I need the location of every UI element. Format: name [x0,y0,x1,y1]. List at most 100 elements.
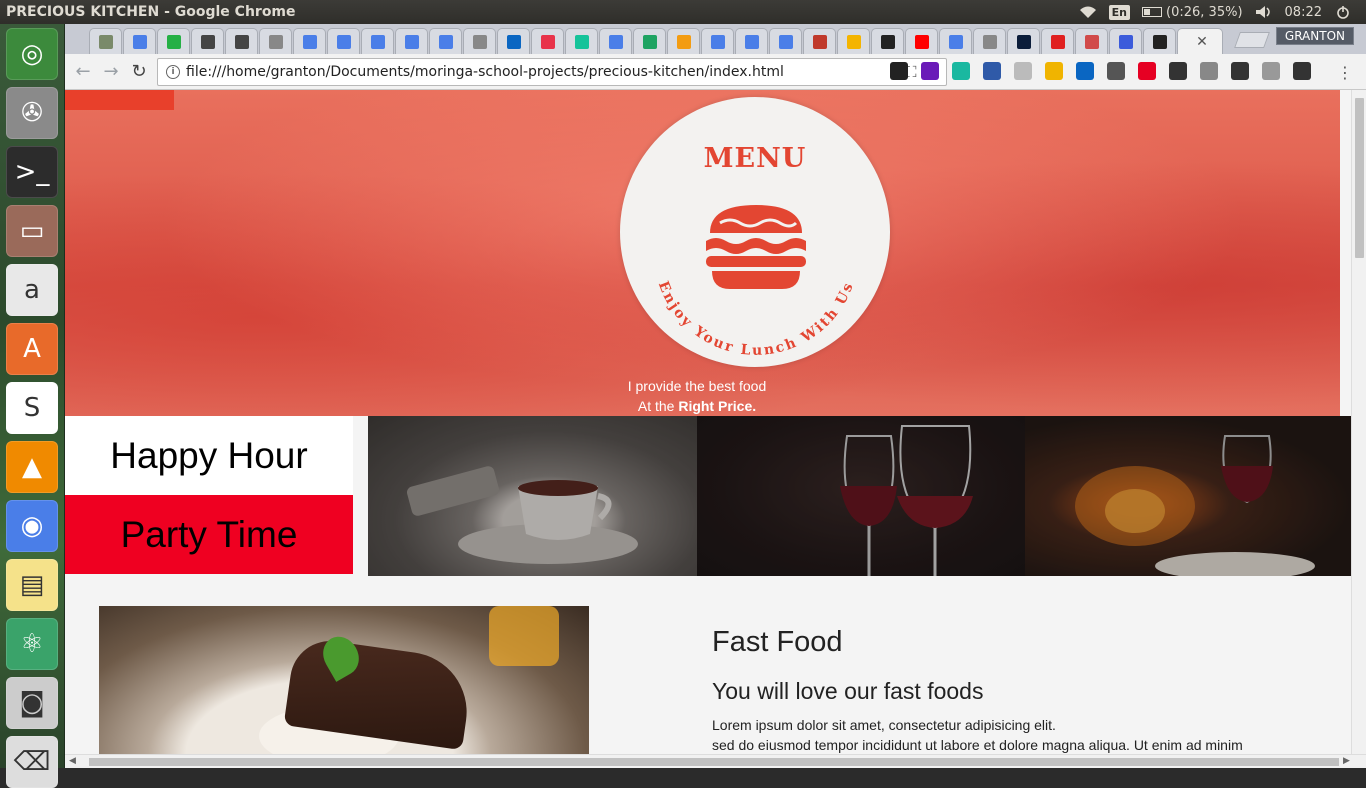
cube-icon [1084,34,1099,49]
browser-tab[interactable] [429,28,462,54]
browser-tab[interactable] [701,28,734,54]
unity-launcher: ◎ ✇ >_ ▭ a A S ▲ ◉ ▤ ⚛ ◙ ⌫ [0,24,65,788]
browser-tab[interactable] [939,28,972,54]
browser-tab[interactable] [1007,28,1040,54]
browser-tab[interactable] [497,28,530,54]
horizontal-scroll-thumb[interactable] [89,758,1339,766]
photo-overlay [368,416,697,576]
software-center-icon[interactable]: A [6,323,58,375]
battery-indicator[interactable]: (0:26, 35%) [1142,5,1243,20]
browser-tab[interactable] [531,28,564,54]
fireplace-dinner-photo [1025,416,1351,576]
instagram-icon[interactable] [890,62,908,80]
clock[interactable]: 08:22 [1285,5,1322,20]
battery-icon [1142,7,1163,17]
linkedin-icon[interactable] [1076,62,1094,80]
vertical-scrollbar[interactable] [1351,90,1366,754]
vertical-scroll-thumb[interactable] [1355,98,1364,258]
plus8-icon [676,34,691,49]
browser-tab[interactable] [1109,28,1142,54]
browser-tab[interactable] [837,28,870,54]
browser-tab[interactable] [1041,28,1074,54]
browser-tab[interactable] [599,28,632,54]
browser-tab[interactable] [973,28,1006,54]
scroll-right-arrow[interactable]: ▶ [1343,756,1350,766]
slides-icon [846,34,861,49]
hero-line-2-bold: Right Price. [678,398,757,414]
youtube-icon [914,34,929,49]
profile-button[interactable]: GRANTON [1275,27,1354,45]
browser-tab[interactable] [395,28,428,54]
horizontal-scrollbar[interactable]: ◀ ▶ [65,754,1366,768]
amazon-icon[interactable]: a [6,264,58,316]
volume-icon[interactable] [1255,5,1273,19]
browser-tab[interactable] [327,28,360,54]
camera-icon[interactable]: ◙ [6,677,58,729]
party-time-label: Party Time [65,495,353,574]
browser-tab[interactable] [1143,28,1176,54]
browser-tab[interactable] [293,28,326,54]
new-tab-button[interactable] [1234,32,1270,48]
browser-tab[interactable] [157,28,190,54]
info-icon[interactable]: i [166,65,180,79]
json-icon[interactable] [1045,62,1063,80]
ubuntu-icon[interactable]: ◎ [6,28,58,80]
browser-tab[interactable] [633,28,666,54]
forward-button[interactable]: → [97,61,125,82]
github-icon [1152,34,1167,49]
reload-button[interactable]: ↻ [125,61,153,82]
pinterest-icon[interactable] [1138,62,1156,80]
trash-icon[interactable]: ⌫ [6,736,58,788]
pen-icon[interactable] [1200,62,1218,80]
gmail-icon[interactable] [1107,62,1125,80]
m-icon[interactable] [952,62,970,80]
dots-ext-icon[interactable] [1169,62,1187,80]
dropdown-icon [200,34,215,49]
menu-logo: MENU Enjoy Your Lunch With Us [620,97,890,367]
terminal-icon[interactable]: >_ [6,146,58,198]
docs-icon [132,34,147,49]
close-tab-icon[interactable]: ✕ [1196,34,1208,50]
browser-tab[interactable] [1075,28,1108,54]
browser-tab[interactable] [259,28,292,54]
hero-line-2: At the Right Price. [637,398,757,414]
notes-icon[interactable]: ▤ [6,559,58,611]
h-icon[interactable] [921,62,939,80]
browser-tab[interactable] [803,28,836,54]
browser-tab[interactable] [667,28,700,54]
browser-tab[interactable] [905,28,938,54]
browser-tab[interactable] [191,28,224,54]
s-icon[interactable] [1262,62,1280,80]
browser-tab[interactable] [565,28,598,54]
docs-icon [778,34,793,49]
keyboard-language-indicator[interactable]: En [1108,4,1131,20]
browser-tab[interactable] [225,28,258,54]
tab-strip: ✕ GRANTON [65,24,1366,54]
files-icon[interactable]: ▭ [6,205,58,257]
browser-tab[interactable] [123,28,156,54]
browser-tab[interactable] [89,28,122,54]
browser-tab[interactable] [361,28,394,54]
chrome-menu-icon[interactable]: ⋮ [1337,63,1353,82]
browser-tab[interactable] [769,28,802,54]
film-icon[interactable] [1231,62,1249,80]
address-bar[interactable]: i file:///home/granton/Documents/moringa… [157,58,947,86]
power-icon[interactable] [1334,5,1352,19]
slack-icon[interactable]: S [6,382,58,434]
search-ext-icon[interactable] [983,62,1001,80]
chrome-icon[interactable]: ◉ [6,500,58,552]
vlc-icon[interactable]: ▲ [6,441,58,493]
wifi-icon[interactable] [1079,5,1097,19]
settings-icon[interactable]: ✇ [6,87,58,139]
panel-indicators: En (0:26, 35%) 08:22 [1079,4,1366,20]
active-tab[interactable]: ✕ [1177,28,1223,54]
circle-ext-icon[interactable] [1014,62,1032,80]
back-button[interactable]: ← [69,61,97,82]
car-icon[interactable] [1293,62,1311,80]
scroll-left-arrow[interactable]: ◀ [69,756,76,766]
browser-tab[interactable] [871,28,904,54]
atom-icon[interactable]: ⚛ [6,618,58,670]
url-text[interactable]: file:///home/granton/Documents/moringa-s… [186,64,906,80]
browser-tab[interactable] [735,28,768,54]
browser-tab[interactable] [463,28,496,54]
